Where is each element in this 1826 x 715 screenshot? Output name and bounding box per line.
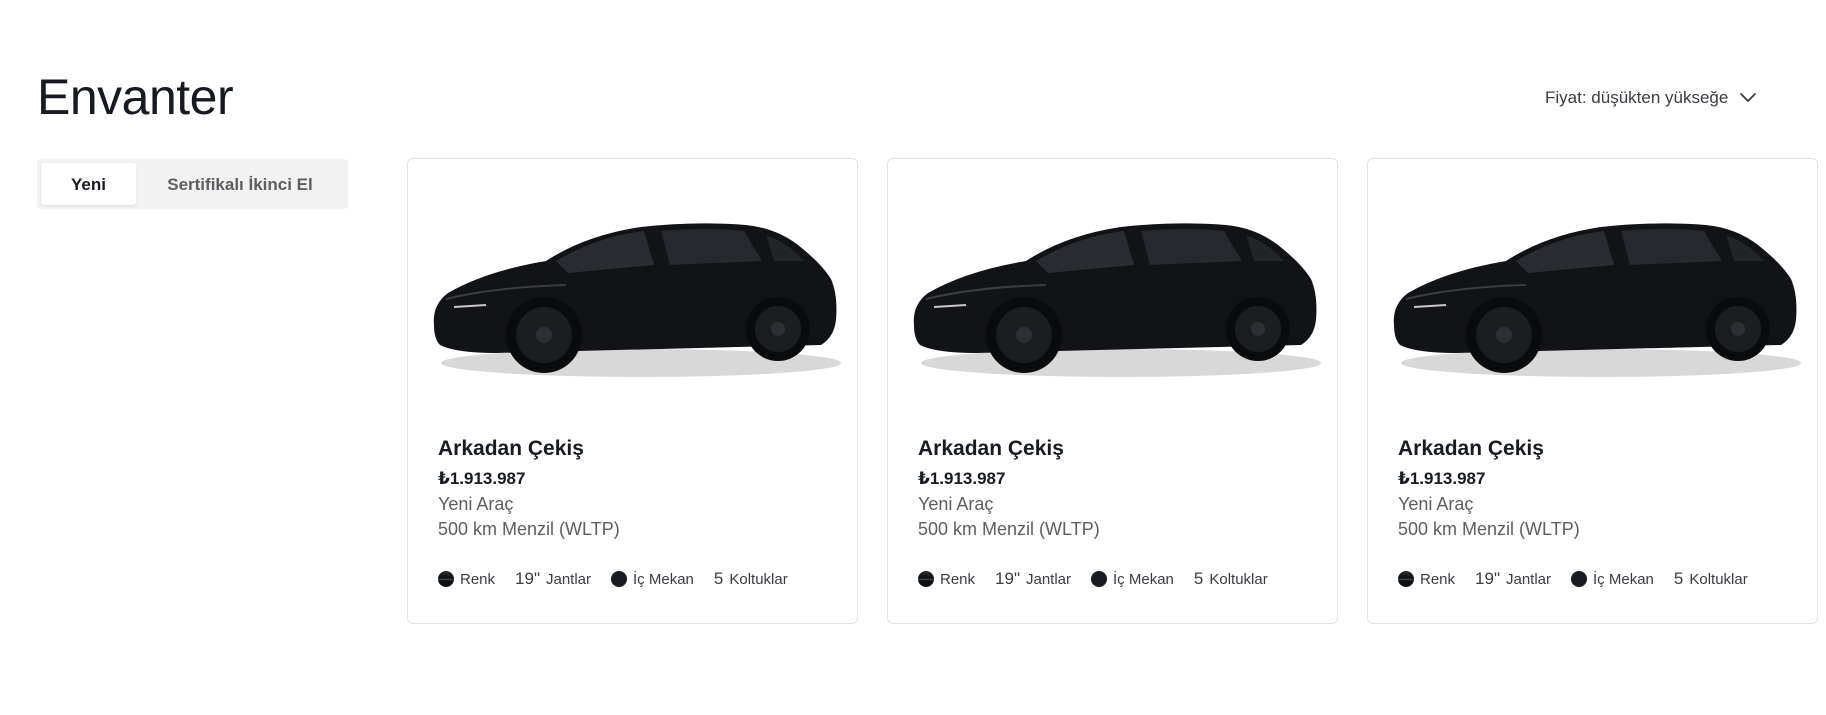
spec-wheels-size: 19"	[1475, 569, 1500, 588]
card-condition: Yeni Araç	[1398, 494, 1474, 514]
spec-color: Renk	[438, 571, 495, 588]
card-specs: Renk 19" Jantlar İç Mekan 5 Koltuklar	[1398, 569, 1768, 589]
sort-dropdown[interactable]: Fiyat: düşükten yükseğe	[1545, 88, 1757, 108]
card-condition: Yeni Araç	[438, 494, 514, 514]
card-specs: Renk 19" Jantlar İç Mekan 5 Koltuklar	[918, 569, 1288, 589]
spec-seats-count: 5	[713, 569, 724, 588]
spec-interior: İç Mekan	[611, 571, 694, 588]
spec-wheels-size: 19"	[995, 569, 1020, 588]
spec-interior: İç Mekan	[1571, 571, 1654, 588]
card-title: Arkadan Çekiş	[438, 437, 584, 460]
spec-wheels-label: Jantlar	[1505, 570, 1552, 588]
tab-certified-used[interactable]: Sertifikalı İkinci El	[136, 163, 344, 205]
spec-wheels-size: 19"	[515, 569, 540, 588]
paint-swatch-icon	[1398, 571, 1414, 587]
card-price: ₺1.913.987	[918, 469, 1006, 488]
spec-seats: 5 Koltuklar	[1674, 569, 1748, 589]
interior-swatch-icon	[611, 571, 628, 587]
spec-seats-label: Koltuklar	[729, 570, 788, 588]
spec-seats-count: 5	[1193, 569, 1204, 588]
card-range: 500 km Menzil (WLTP)	[918, 519, 1100, 539]
spec-seats-label: Koltuklar	[1209, 570, 1268, 588]
sort-label: Fiyat: düşükten yükseğe	[1545, 88, 1729, 107]
vehicle-card[interactable]: Arkadan Çekiş ₺1.913.987 Yeni Araç 500 k…	[887, 158, 1338, 624]
spec-color-label: Renk	[460, 570, 496, 588]
car-image	[913, 223, 1321, 377]
card-title: Arkadan Çekiş	[1398, 437, 1544, 460]
spec-wheels: 19" Jantlar	[515, 569, 591, 589]
spec-seats-label: Koltuklar	[1689, 570, 1748, 588]
page-title: Envanter	[37, 69, 234, 125]
spec-color-label: Renk	[940, 570, 976, 588]
inventory-type-tabs: Yeni Sertifikalı İkinci El	[37, 159, 348, 209]
spec-color: Renk	[918, 571, 975, 588]
spec-seats-count: 5	[1673, 569, 1684, 588]
vehicle-card[interactable]: Arkadan Çekiş ₺1.913.987 Yeni Araç 500 k…	[1367, 158, 1818, 624]
card-specs: Renk 19" Jantlar İç Mekan 5 Koltuklar	[438, 569, 808, 589]
spec-color-label: Renk	[1420, 570, 1456, 588]
spec-wheels: 19" Jantlar	[995, 569, 1071, 589]
card-condition: Yeni Araç	[918, 494, 994, 514]
interior-swatch-icon	[1571, 571, 1588, 587]
vehicle-card[interactable]: Arkadan Çekiş ₺1.913.987 Yeni Araç 500 k…	[407, 158, 858, 624]
chevron-down-icon	[1740, 93, 1757, 102]
card-price: ₺1.913.987	[438, 469, 526, 488]
car-image	[1393, 223, 1801, 377]
card-range: 500 km Menzil (WLTP)	[438, 519, 620, 539]
card-price: ₺1.913.987	[1398, 469, 1486, 488]
spec-interior-label: İç Mekan	[1593, 570, 1654, 588]
paint-swatch-icon	[438, 571, 454, 587]
spec-color: Renk	[1398, 571, 1455, 588]
car-image	[433, 223, 841, 377]
spec-seats: 5 Koltuklar	[714, 569, 788, 589]
card-range: 500 km Menzil (WLTP)	[1398, 519, 1580, 539]
spec-interior-label: İç Mekan	[1113, 570, 1174, 588]
spec-wheels-label: Jantlar	[545, 570, 592, 588]
interior-swatch-icon	[1091, 571, 1108, 587]
spec-wheels-label: Jantlar	[1025, 570, 1072, 588]
spec-seats: 5 Koltuklar	[1194, 569, 1268, 589]
card-title: Arkadan Çekiş	[918, 437, 1064, 460]
spec-interior: İç Mekan	[1091, 571, 1174, 588]
spec-wheels: 19" Jantlar	[1475, 569, 1551, 589]
tab-new[interactable]: Yeni	[41, 163, 136, 205]
spec-interior-label: İç Mekan	[633, 570, 694, 588]
paint-swatch-icon	[918, 571, 934, 587]
